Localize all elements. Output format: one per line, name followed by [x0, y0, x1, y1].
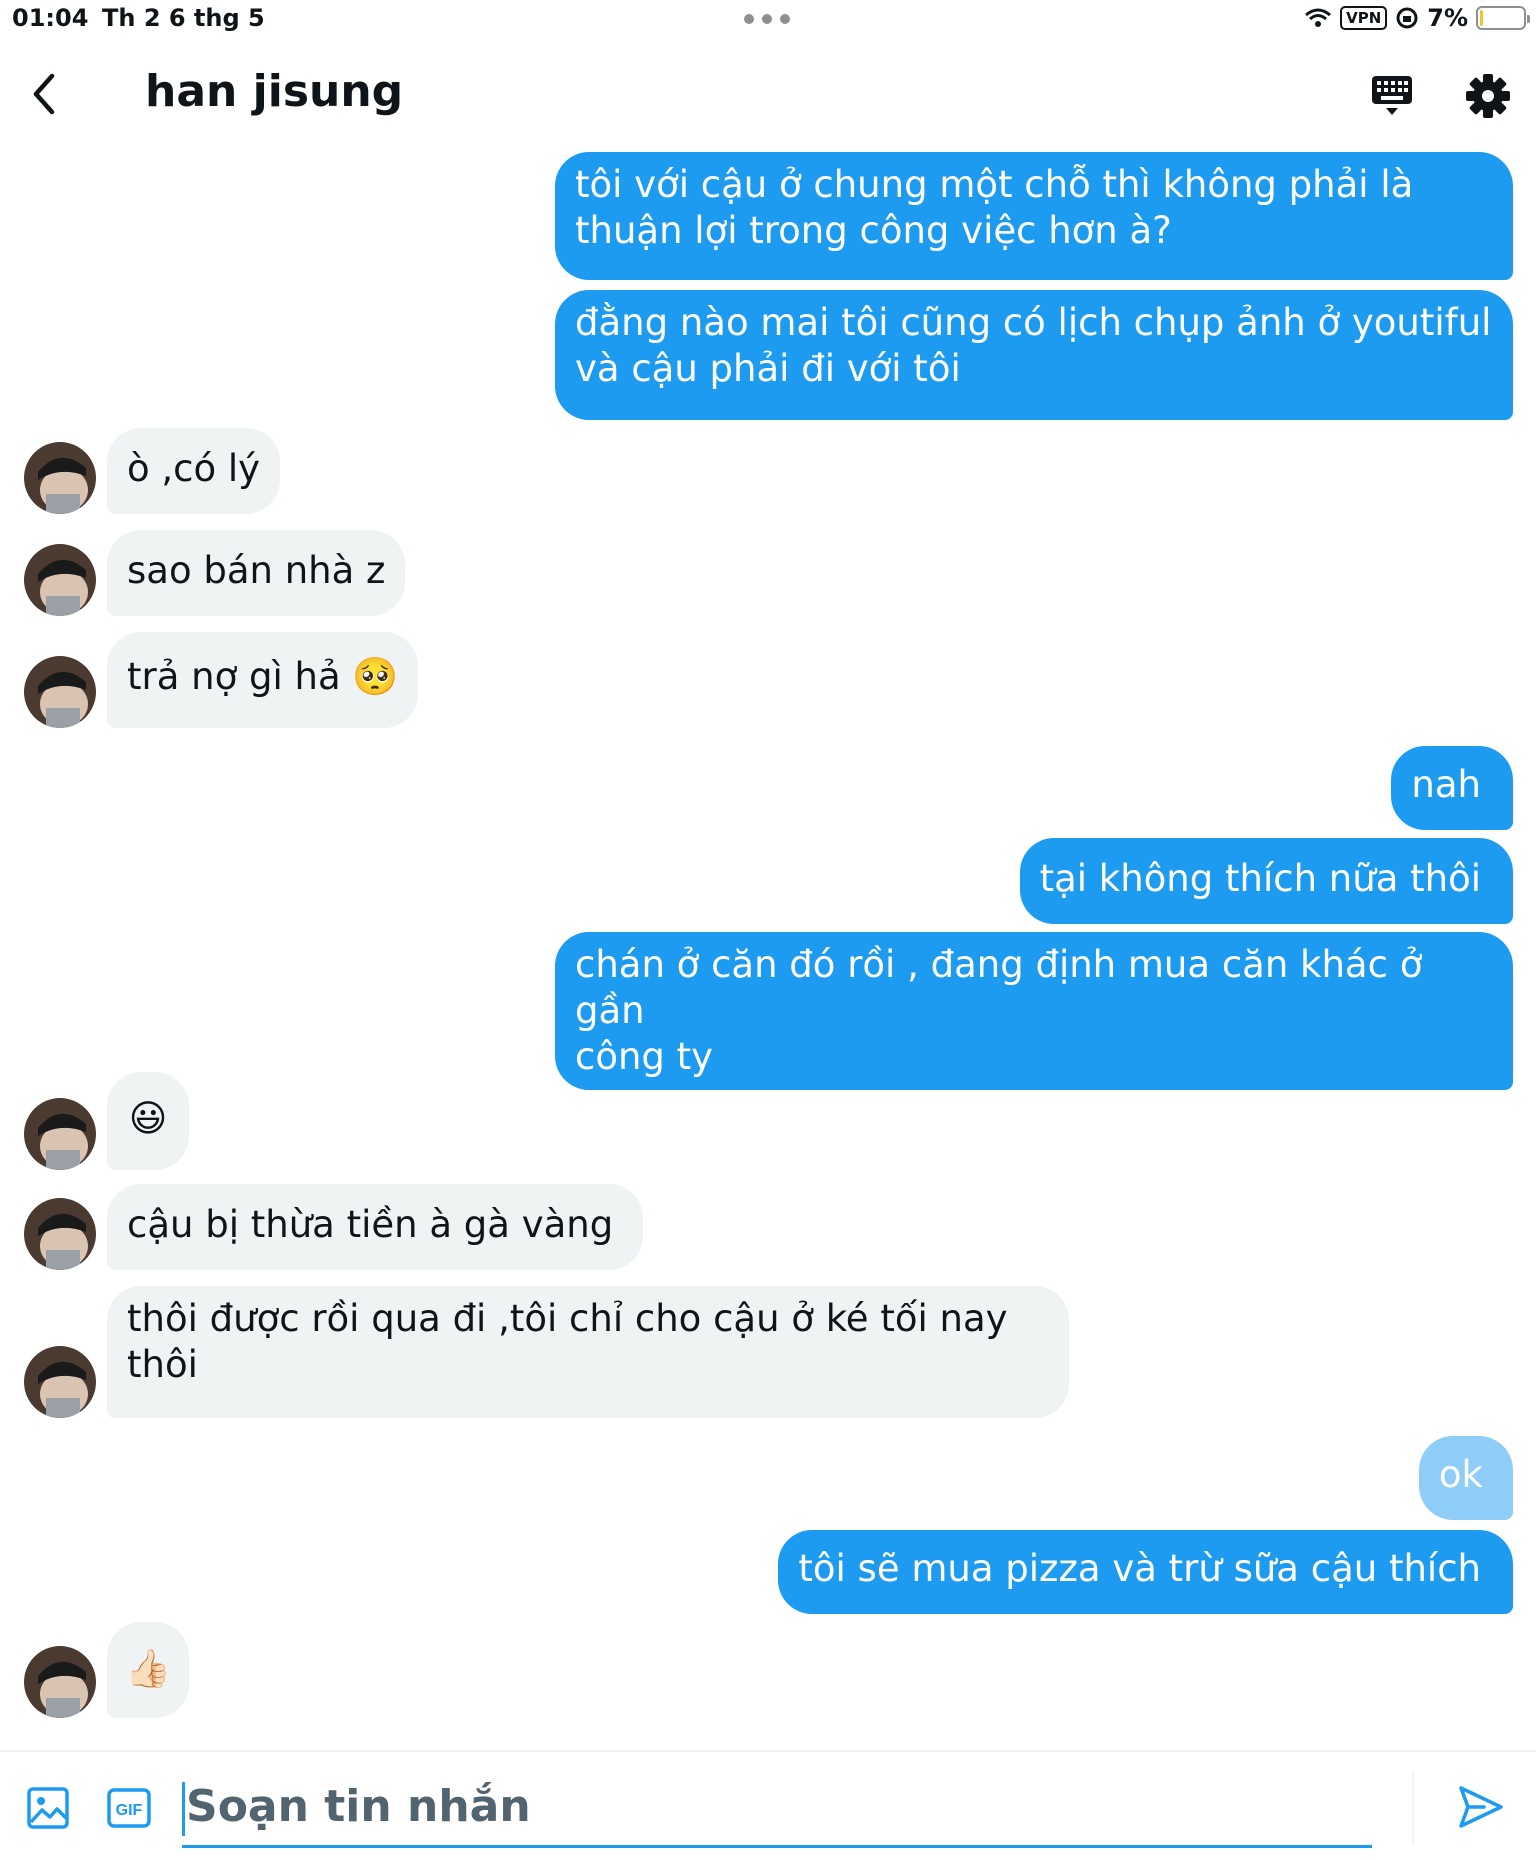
sent-message-bubble[interactable]: nah	[1391, 746, 1513, 830]
avatar[interactable]	[24, 1646, 96, 1718]
status-bar: 01:04 Th 2 6 thg 5 VPN 7%	[0, 0, 1536, 40]
received-message-bubble[interactable]: sao bán nhà z	[107, 530, 406, 616]
sent-message-bubble-pending[interactable]: ok	[1418, 1436, 1513, 1520]
avatar[interactable]	[24, 1198, 96, 1270]
message-row: ò ,có lý	[107, 428, 281, 514]
gif-icon: GIF	[107, 1788, 151, 1828]
battery-icon	[1476, 6, 1530, 30]
message-row: 😃	[107, 1072, 189, 1170]
gif-label: GIF	[116, 1802, 143, 1819]
message-row: chán ở căn đó rồi , đang định mua căn kh…	[555, 932, 1513, 1090]
status-date: Th 2 6 thg 5	[102, 4, 265, 32]
avatar[interactable]	[24, 1098, 96, 1170]
profile-photo	[24, 1346, 96, 1418]
composer-divider	[1412, 1772, 1414, 1844]
multitasking-dots-icon[interactable]	[744, 14, 790, 24]
message-row: cậu bị thừa tiền à gà vàng	[107, 1184, 644, 1270]
battery-level	[1480, 10, 1483, 26]
avatar[interactable]	[24, 442, 96, 514]
sent-message-bubble[interactable]: đằng nào mai tôi cũng có lịch chụp ảnh ở…	[555, 290, 1513, 420]
received-message-bubble[interactable]: ò ,có lý	[107, 428, 281, 514]
message-row: trả nợ gì hả 🥺	[107, 632, 419, 728]
profile-photo	[24, 656, 96, 728]
received-message-bubble[interactable]: trả nợ gì hả 🥺	[107, 632, 419, 728]
profile-photo	[24, 1646, 96, 1718]
profile-photo	[24, 442, 96, 514]
image-icon[interactable]	[26, 1786, 70, 1830]
keyboard-icon[interactable]	[1366, 70, 1418, 122]
sent-message-bubble[interactable]: tôi với cậu ở chung một chỗ thì không ph…	[555, 152, 1513, 280]
profile-photo	[24, 1198, 96, 1270]
message-row: sao bán nhà z	[107, 530, 406, 616]
message-row: thôi được rồi qua đi ,tôi chỉ cho cậu ở …	[107, 1286, 1069, 1418]
orientation-lock-icon	[1396, 7, 1418, 29]
message-row: tôi sẽ mua pizza và trừ sữa cậu thích	[778, 1530, 1513, 1614]
received-message-bubble[interactable]: 😃	[107, 1072, 189, 1170]
message-input[interactable]	[182, 1768, 1372, 1848]
sent-message-bubble[interactable]: tại không thích nữa thôi	[1019, 838, 1513, 924]
back-arrow-icon[interactable]	[22, 70, 70, 118]
avatar[interactable]	[24, 656, 96, 728]
gear-icon[interactable]	[1462, 70, 1514, 122]
status-indicators: VPN 7%	[1304, 4, 1530, 32]
received-message-bubble[interactable]: cậu bị thừa tiền à gà vàng	[107, 1184, 644, 1270]
dm-conversation-screen: 01:04 Th 2 6 thg 5 VPN 7% han jisung tôi…	[0, 0, 1536, 1860]
message-row: đằng nào mai tôi cũng có lịch chụp ảnh ở…	[555, 290, 1513, 420]
profile-photo	[24, 544, 96, 616]
conversation-title[interactable]: han jisung	[145, 66, 403, 117]
message-row: nah	[1391, 746, 1513, 830]
send-icon[interactable]	[1456, 1782, 1506, 1832]
message-row: tại không thích nữa thôi	[1019, 838, 1513, 924]
received-message-bubble[interactable]: 👍🏻	[107, 1622, 189, 1718]
message-composer: GIF	[0, 1750, 1536, 1860]
gif-button[interactable]: GIF	[106, 1786, 152, 1830]
text-caret	[182, 1782, 185, 1836]
wifi-icon	[1305, 8, 1332, 27]
message-row: ok	[1418, 1436, 1513, 1520]
sent-message-bubble[interactable]: tôi sẽ mua pizza và trừ sữa cậu thích	[778, 1530, 1513, 1614]
sent-message-bubble[interactable]: chán ở căn đó rồi , đang định mua căn kh…	[555, 932, 1513, 1090]
avatar[interactable]	[24, 544, 96, 616]
vpn-badge: VPN	[1340, 6, 1388, 30]
message-row: 👍🏻	[107, 1622, 189, 1718]
received-message-bubble[interactable]: thôi được rồi qua đi ,tôi chỉ cho cậu ở …	[107, 1286, 1069, 1418]
battery-percent: 7%	[1427, 4, 1468, 32]
message-row: tôi với cậu ở chung một chỗ thì không ph…	[555, 152, 1513, 280]
profile-photo	[24, 1098, 96, 1170]
status-time: 01:04	[12, 4, 89, 32]
avatar[interactable]	[24, 1346, 96, 1418]
conversation-header: han jisung	[0, 40, 1536, 150]
